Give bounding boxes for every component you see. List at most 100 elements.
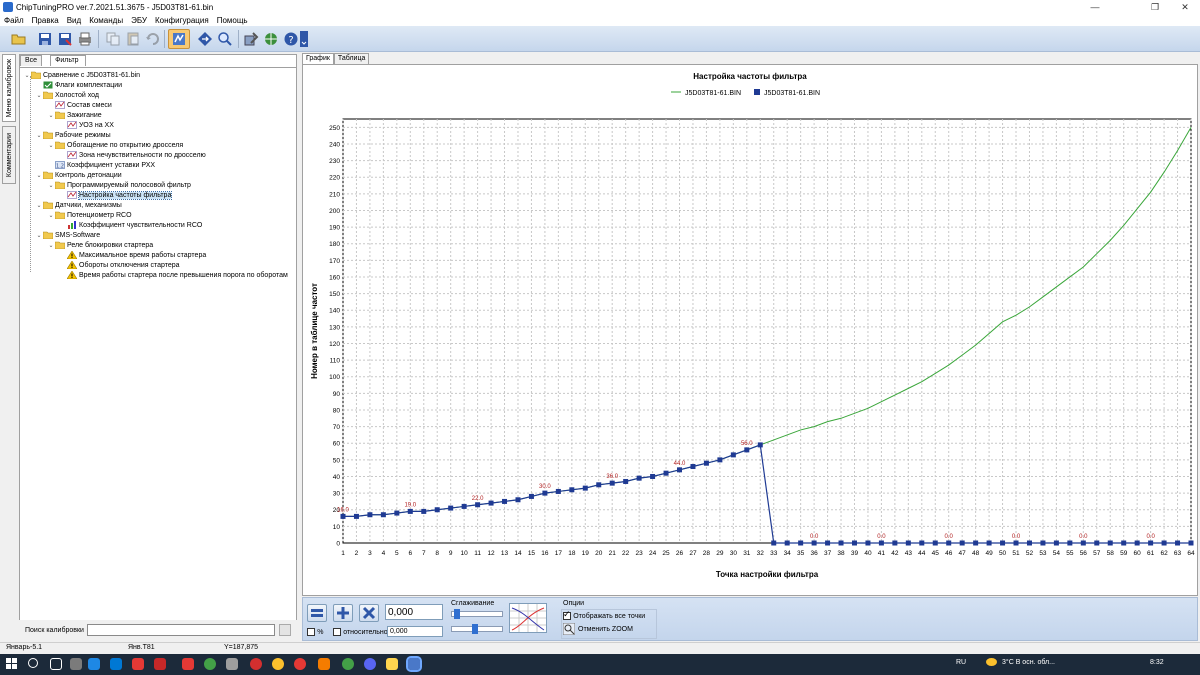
folder-icon[interactable] xyxy=(386,658,398,670)
chiptuning-taskbar-icon[interactable] xyxy=(406,656,422,672)
data-point[interactable] xyxy=(730,452,736,458)
data-point[interactable] xyxy=(1107,540,1113,546)
smoothing-slider-2[interactable] xyxy=(451,624,503,634)
tab-table[interactable]: Таблица xyxy=(333,53,370,64)
menu-ecu[interactable]: ЭБУ xyxy=(127,16,151,25)
data-point[interactable] xyxy=(905,540,911,546)
tree-node[interactable]: ⌄ Датчики, механизмы xyxy=(36,200,122,210)
connect-button[interactable] xyxy=(262,29,280,49)
expand-toggle-icon[interactable]: ⌄ xyxy=(36,202,42,209)
tab-filter[interactable]: Фильтр xyxy=(50,55,87,66)
relative-toggle[interactable]: относительно xyxy=(333,627,388,636)
data-point[interactable] xyxy=(448,505,454,511)
yandex-browser-icon[interactable] xyxy=(154,658,166,670)
data-point[interactable] xyxy=(1161,540,1167,546)
tab-all[interactable]: Все xyxy=(20,55,43,66)
settings-button[interactable] xyxy=(242,29,260,49)
value-input[interactable]: 0,000 xyxy=(385,604,443,620)
media-icon[interactable] xyxy=(182,658,194,670)
tool-icon[interactable] xyxy=(226,658,238,670)
relative-value-input[interactable]: 0,000 xyxy=(387,626,443,637)
viber-icon[interactable] xyxy=(342,658,354,670)
data-point[interactable] xyxy=(434,507,440,513)
data-point[interactable] xyxy=(421,508,427,514)
side-tab-calibrations[interactable]: Меню калибровок xyxy=(2,54,16,122)
chrome-icon[interactable] xyxy=(294,658,306,670)
tree-node[interactable]: ⌄ Холостой ход xyxy=(36,90,99,100)
skype-icon[interactable] xyxy=(318,658,330,670)
copy-button[interactable] xyxy=(104,29,122,49)
data-point[interactable] xyxy=(623,478,629,484)
browser-icon[interactable] xyxy=(272,658,284,670)
data-point[interactable] xyxy=(851,540,857,546)
show-all-points-toggle[interactable]: Отображать все точки xyxy=(563,609,645,620)
data-point[interactable] xyxy=(1026,540,1032,546)
minimize-icon[interactable]: — xyxy=(1080,0,1110,14)
expand-toggle-icon[interactable]: ⌄ xyxy=(48,142,54,149)
data-point[interactable] xyxy=(609,480,615,486)
smoothing-preview-button[interactable] xyxy=(509,603,547,633)
clock[interactable]: 8:32 xyxy=(1150,659,1164,666)
data-point[interactable] xyxy=(757,442,763,448)
show-all-points-checkbox[interactable] xyxy=(563,609,571,620)
tree-node[interactable]: Обороты отключения стартера xyxy=(60,260,180,270)
data-point[interactable] xyxy=(973,540,979,546)
toolbar-overflow[interactable] xyxy=(300,29,308,49)
close-icon[interactable]: ✕ xyxy=(1170,0,1200,14)
tree-node[interactable]: ⌄ Обогащение по открытию дросселя xyxy=(48,140,183,150)
app-icon[interactable] xyxy=(70,658,82,670)
plot-area[interactable] xyxy=(342,118,1192,544)
data-point[interactable] xyxy=(811,540,817,546)
tree-node[interactable]: Максимальное время работы стартера xyxy=(60,250,206,260)
save-button[interactable] xyxy=(36,29,54,49)
language-indicator[interactable]: RU xyxy=(956,659,966,666)
data-point[interactable] xyxy=(1134,540,1140,546)
tree-node[interactable]: ⌄ Реле блокировки стартера xyxy=(48,240,153,250)
menu-edit[interactable]: Правка xyxy=(28,16,63,25)
data-point[interactable] xyxy=(407,508,413,514)
expand-toggle-icon[interactable]: ⌄ xyxy=(36,92,42,99)
tree-node[interactable]: Флаги комплектации xyxy=(36,80,122,90)
tree-node[interactable]: ⌄ Зажигание xyxy=(48,110,102,120)
menu-help[interactable]: Помощь xyxy=(213,16,252,25)
expand-toggle-icon[interactable]: ⌄ xyxy=(36,232,42,239)
add-button[interactable] xyxy=(333,604,353,622)
equal-button[interactable] xyxy=(307,604,327,622)
whatsapp-icon[interactable] xyxy=(204,658,216,670)
data-point[interactable] xyxy=(878,540,884,546)
chart[interactable]: Настройка частоты фильтра J5D03T81-61.BIN… xyxy=(303,65,1197,595)
data-point[interactable] xyxy=(798,540,804,546)
data-point[interactable] xyxy=(542,490,548,496)
print-button[interactable] xyxy=(76,29,94,49)
navigate-button[interactable] xyxy=(196,29,214,49)
data-point[interactable] xyxy=(1188,540,1194,546)
data-point[interactable] xyxy=(1040,540,1046,546)
data-point[interactable] xyxy=(502,498,508,504)
percent-toggle[interactable]: % xyxy=(307,627,323,636)
undo-button[interactable] xyxy=(144,29,162,49)
weather-text[interactable]: 3°C В осн. обл... xyxy=(1002,659,1055,666)
yandex-icon[interactable] xyxy=(132,658,144,670)
data-point[interactable] xyxy=(582,485,588,491)
data-point[interactable] xyxy=(569,487,575,493)
data-point[interactable] xyxy=(1067,540,1073,546)
data-point[interactable] xyxy=(690,464,696,470)
smoothing-slider-1[interactable] xyxy=(451,609,503,619)
menu-view[interactable]: Вид xyxy=(63,16,85,25)
data-point[interactable] xyxy=(838,540,844,546)
tree-node[interactable]: ⌄ Сравнение с J5D03T81-61.bin xyxy=(24,70,140,80)
data-point[interactable] xyxy=(677,467,683,473)
tree-node[interactable]: ⌄ Потенциометр RCO xyxy=(48,210,132,220)
tab-graph[interactable]: График xyxy=(302,53,334,64)
data-point[interactable] xyxy=(1121,540,1127,546)
search-button[interactable] xyxy=(216,29,234,49)
data-point[interactable] xyxy=(636,475,642,481)
data-point[interactable] xyxy=(703,460,709,466)
data-point[interactable] xyxy=(919,540,925,546)
opera-icon[interactable] xyxy=(250,658,262,670)
tree-node[interactable]: ⌄ Рабочие режимы xyxy=(36,130,111,140)
relative-checkbox[interactable] xyxy=(333,627,341,636)
tree-node[interactable]: Время работы стартера после превышения п… xyxy=(60,270,288,280)
data-point[interactable] xyxy=(892,540,898,546)
explorer-icon[interactable] xyxy=(110,658,122,670)
